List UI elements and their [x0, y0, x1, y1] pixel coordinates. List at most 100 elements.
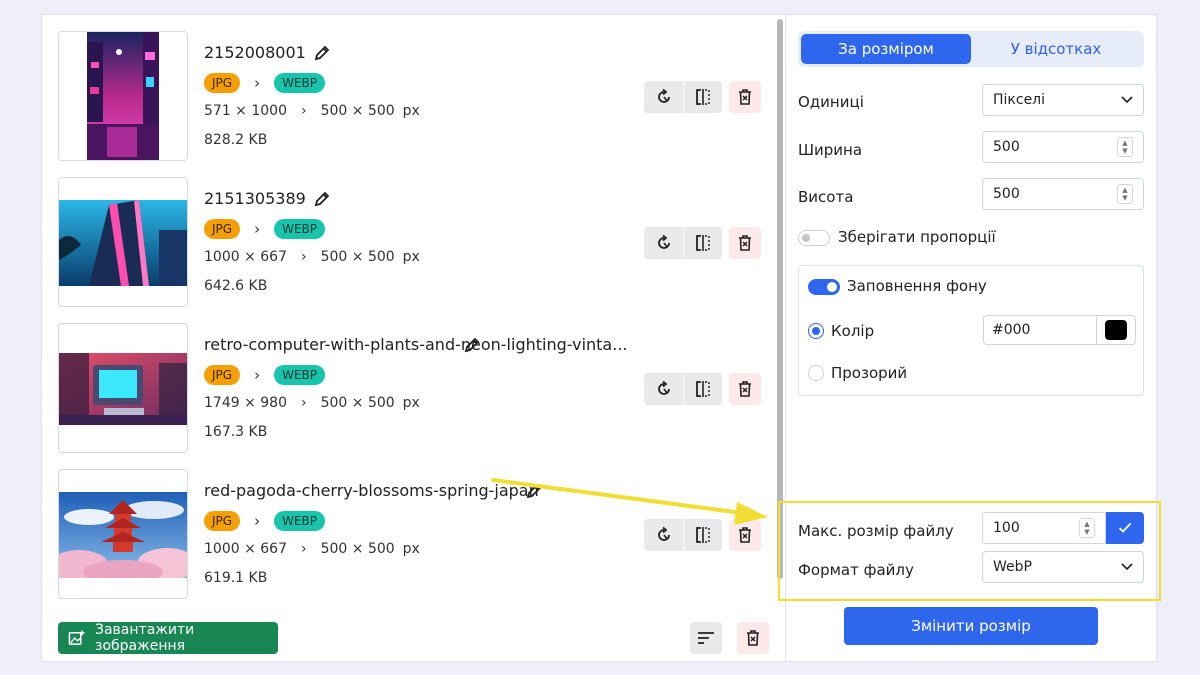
resize-button[interactable]: Змінити розмір — [844, 607, 1098, 645]
format-conversion: JPG › WEBP — [204, 365, 325, 385]
dimension-unit: px — [402, 541, 420, 557]
add-image-icon — [68, 630, 85, 645]
width-input[interactable]: 500 ▲ ▼ — [982, 131, 1144, 163]
trash-icon — [747, 630, 759, 646]
rotate-button[interactable] — [644, 81, 683, 113]
dimensions: 1749 × 980 › 500 × 500 px — [204, 395, 420, 411]
height-input[interactable]: 500 ▲ ▼ — [982, 178, 1144, 210]
transparent-radio[interactable] — [808, 365, 824, 381]
target-format-badge: WEBP — [274, 219, 325, 239]
trash-icon — [739, 235, 751, 251]
rotate-icon — [657, 88, 670, 103]
sort-button[interactable] — [690, 622, 722, 654]
chevron-right-icon: › — [254, 74, 261, 92]
dimensions: 1000 × 667 › 500 × 500 px — [204, 541, 420, 557]
original-dimensions: 1749 × 980 — [204, 395, 287, 411]
source-format-badge: JPG — [204, 219, 241, 239]
upload-images-button[interactable]: Завантажити зображення — [58, 622, 278, 654]
source-format-badge: JPG — [204, 365, 241, 385]
file-size: 619.1 KB — [204, 570, 268, 586]
pencil-icon[interactable] — [524, 481, 544, 501]
transform-tools — [644, 81, 722, 113]
color-input[interactable]: #000 — [983, 315, 1096, 345]
units-label: Одиниці — [798, 93, 864, 111]
width-stepper[interactable]: ▲ ▼ — [1117, 137, 1133, 157]
resize-mode-tabs: За розміром У відсотках — [798, 31, 1144, 67]
width-value: 500 — [993, 139, 1020, 155]
height-stepper[interactable]: ▲ ▼ — [1117, 184, 1133, 204]
flip-button[interactable] — [683, 519, 722, 551]
delete-file-button[interactable] — [729, 227, 761, 259]
format-conversion: JPG › WEBP — [204, 219, 325, 239]
color-radio[interactable] — [808, 323, 824, 339]
original-dimensions: 1000 × 667 — [204, 541, 287, 557]
tab-by-percent[interactable]: У відсотках — [971, 34, 1141, 64]
source-format-badge: JPG — [204, 511, 241, 531]
file-list-panel: 2152008001 JPG › WEBP 571 × 1000 › 500 ×… — [42, 15, 785, 661]
dimension-unit: px — [402, 103, 420, 119]
rotate-icon — [657, 526, 670, 541]
transform-tools — [644, 519, 722, 551]
rotate-button[interactable] — [644, 227, 683, 259]
flip-icon — [696, 527, 710, 543]
original-dimensions: 571 × 1000 — [204, 103, 287, 119]
tab-by-size[interactable]: За розміром — [801, 34, 971, 64]
target-format-badge: WEBP — [274, 365, 325, 385]
height-label: Висота — [798, 188, 854, 206]
rotate-icon — [657, 380, 670, 395]
chevron-right-icon: › — [300, 541, 307, 557]
color-value: #000 — [992, 322, 1031, 338]
trash-icon — [739, 89, 751, 105]
pencil-icon[interactable] — [312, 43, 332, 63]
keep-ratio-label: Зберігати пропорції — [838, 228, 996, 246]
flip-button[interactable] — [683, 227, 722, 259]
source-format-badge: JPG — [204, 73, 241, 93]
height-value: 500 — [993, 186, 1020, 202]
thumbnail — [58, 323, 188, 453]
thumbnail-image-retro-computer — [59, 353, 187, 425]
thumbnail-image-pagoda — [59, 492, 187, 578]
units-select[interactable]: Пікселі — [982, 84, 1144, 116]
color-picker-button[interactable] — [1096, 315, 1136, 345]
delete-all-button[interactable] — [737, 622, 769, 654]
delete-file-button[interactable] — [729, 81, 761, 113]
new-dimensions: 500 × 500 — [320, 541, 395, 557]
keep-ratio-toggle[interactable] — [798, 230, 830, 246]
file-name: 2151305389 — [204, 189, 306, 208]
thumbnail — [58, 31, 188, 161]
pencil-icon[interactable] — [462, 335, 482, 355]
chevron-right-icon: › — [254, 220, 261, 238]
chevron-right-icon: › — [254, 512, 261, 530]
thumbnail — [58, 469, 188, 599]
flip-button[interactable] — [683, 81, 722, 113]
chevron-right-icon: › — [254, 366, 261, 384]
file-row: red-pagoda-cherry-blossoms-spring-japan … — [58, 469, 761, 599]
file-row: retro-computer-with-plants-and-neon-ligh… — [58, 323, 761, 453]
chevron-right-icon: › — [300, 395, 307, 411]
dimension-unit: px — [402, 249, 420, 265]
file-name: retro-computer-with-plants-and-neon-ligh… — [204, 335, 628, 354]
flip-icon — [696, 89, 710, 105]
new-dimensions: 500 × 500 — [320, 103, 395, 119]
pencil-icon[interactable] — [312, 189, 332, 209]
dimensions: 1000 × 667 › 500 × 500 px — [204, 249, 420, 265]
file-list-scrollbar[interactable] — [777, 19, 783, 579]
fill-background-toggle[interactable] — [808, 279, 840, 295]
sort-icon — [698, 632, 714, 644]
transparent-label: Прозорий — [831, 364, 908, 382]
flip-button[interactable] — [683, 373, 722, 405]
delete-file-button[interactable] — [729, 373, 761, 405]
fill-background-label: Заповнення фону — [847, 277, 987, 295]
file-size: 828.2 KB — [204, 132, 268, 148]
dimensions: 571 × 1000 › 500 × 500 px — [204, 103, 420, 119]
dimension-unit: px — [402, 395, 420, 411]
color-swatch — [1105, 320, 1127, 340]
thumbnail-image-neon-tower — [59, 200, 187, 286]
rotate-button[interactable] — [644, 373, 683, 405]
thumbnail — [58, 177, 188, 307]
target-format-badge: WEBP — [274, 511, 325, 531]
rotate-button[interactable] — [644, 519, 683, 551]
flip-icon — [696, 381, 710, 397]
chevron-right-icon: › — [300, 103, 307, 119]
delete-file-button[interactable] — [729, 519, 761, 551]
